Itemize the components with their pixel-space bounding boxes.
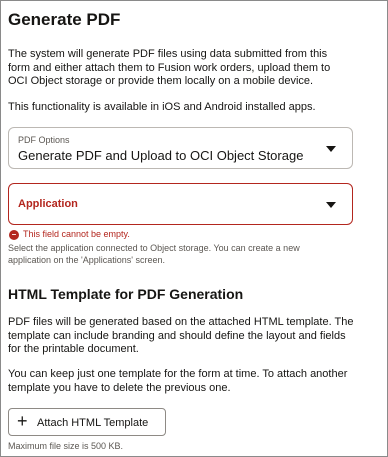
template-desc-line-1: PDF files will be generated based on the… — [8, 316, 354, 328]
generate-pdf-panel: Generate PDF The system will generate PD… — [0, 0, 388, 457]
availability-text: This functionality is available in iOS a… — [8, 101, 316, 113]
max-file-size-text: Maximum file size is 500 KB. — [8, 441, 124, 451]
template-desc-line-2: template can include branding and should… — [8, 329, 346, 342]
attach-html-template-button[interactable]: + Attach HTML Template — [8, 408, 166, 436]
page-title: Generate PDF — [8, 10, 121, 29]
intro-line-2: form and either attach them to Fusion wo… — [8, 61, 331, 74]
template-note: You can keep just one template for the f… — [8, 368, 380, 395]
application-help-text: Select the application connected to Obje… — [8, 243, 380, 266]
template-description: PDF files will be generated based on the… — [8, 316, 380, 357]
chevron-down-icon — [326, 146, 336, 152]
template-note-line-2: template you have to delete the previous… — [8, 381, 231, 394]
template-desc-line-3: for the printable document. — [8, 343, 139, 355]
application-help-line-1: Select the application connected to Obje… — [8, 243, 300, 253]
intro-line-3: OCI Object storage or provide them local… — [8, 75, 314, 87]
chevron-down-icon — [326, 202, 336, 208]
application-label: Application — [18, 198, 78, 210]
template-note-line-1: You can keep just one template for the f… — [8, 368, 348, 380]
pdf-options-select[interactable]: PDF Options Generate PDF and Upload to O… — [8, 127, 353, 169]
plus-icon: + — [17, 411, 28, 431]
intro-line-1: The system will generate PDF files using… — [8, 48, 328, 60]
application-help-line-2: application on the 'Applications' screen… — [8, 254, 166, 265]
attach-button-label: Attach HTML Template — [37, 417, 149, 429]
application-error-text: This field cannot be empty. — [23, 229, 130, 239]
error-icon: – — [9, 230, 19, 240]
application-select[interactable]: Application — [8, 183, 353, 225]
intro-text: The system will generate PDF files using… — [8, 48, 378, 89]
pdf-options-value: Generate PDF and Upload to OCI Object St… — [18, 148, 304, 163]
pdf-options-label: PDF Options — [18, 135, 70, 145]
section-heading: HTML Template for PDF Generation — [8, 286, 244, 302]
